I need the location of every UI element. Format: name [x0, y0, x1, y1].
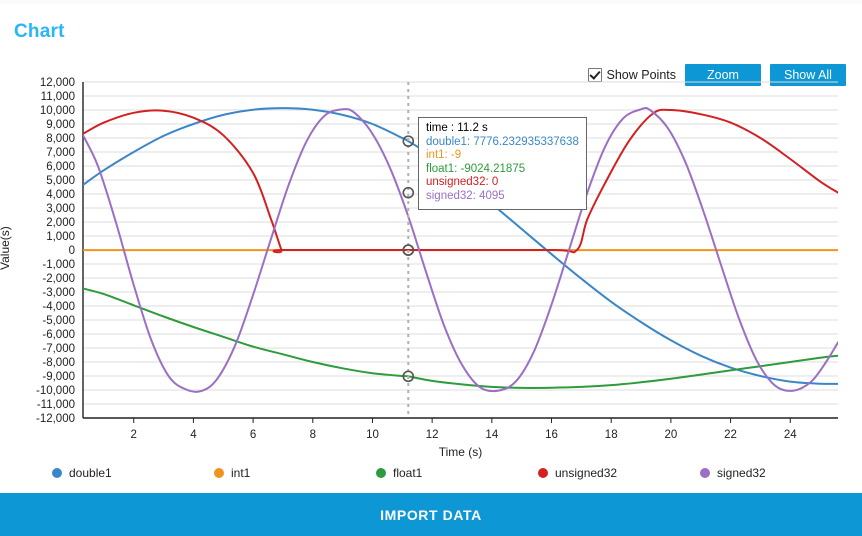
legend-color-dot	[214, 468, 224, 478]
import-data-button[interactable]: IMPORT DATA	[0, 493, 862, 536]
legend-color-dot	[538, 468, 548, 478]
legend-color-dot	[52, 468, 62, 478]
legend-item-unsigned32[interactable]: unsigned32	[538, 466, 700, 480]
tooltip-row: float1: -9024.21875	[426, 162, 526, 175]
tooltip-rows: double1: 7776.232935337638 int1: -9 float1…	[426, 136, 579, 204]
legend-label: signed32	[717, 466, 766, 480]
y-tick-label: 9,000	[46, 119, 75, 131]
y-tick-label: 11,000	[41, 91, 75, 103]
x-tick-label: 10	[366, 429, 379, 441]
x-tick-label: 4	[190, 429, 197, 441]
y-tick-label: -10,000	[36, 385, 75, 397]
chart-legend: double1 int1 float1 unsigned32 signed32	[0, 466, 862, 480]
legend-item-signed32[interactable]: signed32	[700, 466, 862, 480]
x-tick-label: 6	[250, 429, 256, 441]
legend-item-int1[interactable]: int1	[214, 466, 376, 480]
y-tick-label: 12,000	[40, 77, 75, 89]
tooltip-row: int1: -9	[426, 149, 462, 162]
x-tick-label: 24	[784, 429, 797, 441]
y-tick-label: -11,000	[37, 399, 75, 411]
tooltip-row: signed32: 4095	[426, 189, 505, 202]
y-tick-label: -7,000	[42, 343, 75, 355]
x-tick-label: 8	[310, 429, 316, 441]
y-tick-label: 6,000	[46, 161, 75, 173]
legend-label: int1	[231, 466, 251, 480]
y-tick-label: 0	[69, 245, 75, 257]
x-tick-label: 20	[664, 429, 677, 441]
y-tick-label: 8,000	[46, 133, 75, 145]
y-tick-label: -5,000	[42, 315, 75, 327]
y-tick-label: 4,000	[46, 189, 75, 201]
legend-item-float1[interactable]: float1	[376, 466, 538, 480]
tooltip-row: unsigned32: 0	[426, 176, 499, 189]
y-axis-label: Value(s)	[0, 226, 12, 270]
y-tick-label: -3,000	[42, 287, 75, 299]
y-tick-label: 7,000	[46, 147, 75, 159]
y-tick-label: 5,000	[46, 175, 75, 187]
x-axis-label: Time (s)	[439, 445, 483, 459]
legend-item-double1[interactable]: double1	[52, 466, 214, 480]
x-tick-label: 12	[426, 429, 439, 441]
y-tick-label: 3,000	[46, 203, 75, 215]
tooltip-row: double1: 7776.232935337638	[426, 135, 579, 148]
legend-color-dot	[700, 468, 710, 478]
x-tick-label: 14	[485, 429, 498, 441]
tooltip-time: time : 11.2 s	[426, 122, 488, 134]
legend-color-dot	[376, 468, 386, 478]
page-title: Chart	[14, 21, 65, 42]
y-tick-label: -9,000	[42, 371, 75, 383]
x-tick-label: 2	[131, 429, 137, 441]
y-tick-label: 10,000	[40, 105, 75, 117]
y-tick-label: 2,000	[46, 217, 75, 229]
x-tick-label: 22	[724, 429, 737, 441]
legend-label: double1	[69, 466, 112, 480]
y-tick-label: -1,000	[42, 259, 75, 271]
legend-label: float1	[393, 466, 423, 480]
y-tick-label: -6,000	[42, 329, 75, 341]
chart-tooltip: time : 11.2 s double1: 7776.232935337638…	[418, 117, 587, 210]
x-tick-label: 16	[545, 429, 558, 441]
y-tick-label: -12,000	[36, 413, 75, 425]
series-line-float1	[83, 287, 838, 389]
y-tick-label: -8,000	[42, 357, 75, 369]
y-tick-label: -4,000	[42, 301, 75, 313]
y-tick-label: 1,000	[46, 231, 75, 243]
chart-card: Chart Show Points Zoom Show All Value(s)…	[0, 4, 862, 536]
legend-label: unsigned32	[555, 466, 618, 480]
y-tick-label: -2,000	[42, 273, 75, 285]
x-tick-label: 18	[605, 429, 618, 441]
